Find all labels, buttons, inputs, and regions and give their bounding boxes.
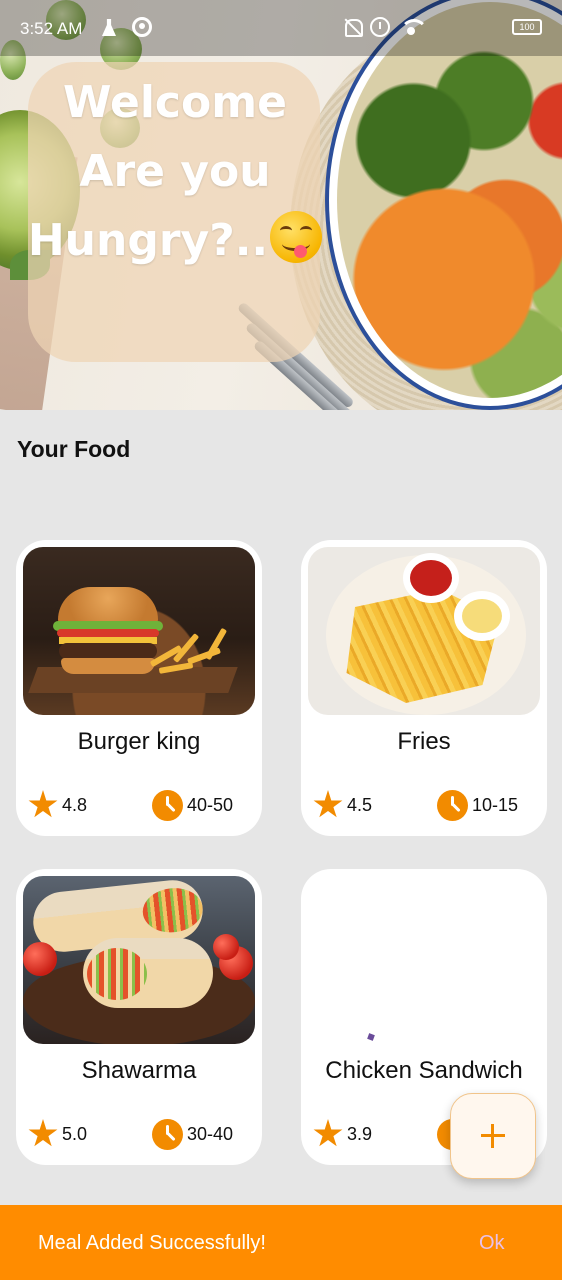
food-name: Fries [397,728,451,755]
food-name: Chicken Sandwich [325,1057,523,1084]
welcome-line-1: Welcome [63,77,287,128]
snackbar: Meal Added Successfully! Ok [0,1205,562,1280]
rating-value: 5.0 [62,1123,88,1144]
status-bar: 3:52 AM 100 [0,0,562,56]
rating-value: 4.8 [62,794,88,815]
food-rating: 3.9 [313,1118,372,1150]
fries-image [308,547,540,715]
time-value: 40-50 [187,794,234,815]
food-name: Burger king [77,728,201,755]
food-time: 30-40 [152,1118,233,1150]
time-value: 30-40 [187,1123,234,1144]
chicken-sandwich-image-placeholder [308,876,540,1044]
notifications-muted-icon [342,17,363,37]
burger-image [23,547,255,715]
food-card-shawarma[interactable]: Shawarma 5.0 30-40 [16,869,262,1165]
battery-icon: 100 [512,19,542,35]
app-notification-icon [132,17,152,37]
yum-emoji-icon [270,211,323,263]
star-icon [313,1119,343,1147]
food-time: 40-50 [152,789,233,821]
flask-icon [99,17,119,37]
food-card-fries[interactable]: Fries 4.5 10-15 [301,540,547,836]
alarm-icon [370,17,390,37]
clock-icon [152,789,183,821]
snackbar-ok-button[interactable]: Ok [479,1232,505,1255]
star-icon [313,790,343,818]
snackbar-message: Meal Added Successfully! [38,1232,266,1254]
welcome-line-2: Are you [79,146,271,197]
time-value: 10-15 [472,794,519,815]
shawarma-image [23,876,255,1044]
clock-icon [437,789,468,821]
welcome-heading: Welcome Are you Hungry?.. [20,68,330,275]
clock-icon [152,1118,183,1150]
hero-banner: Welcome Are you Hungry?.. [0,0,562,410]
loading-indicator [367,1033,375,1041]
wifi-icon [400,17,428,37]
status-time: 3:52 AM [20,19,83,38]
food-name: Shawarma [81,1057,197,1084]
star-icon [28,790,58,818]
food-rating: 4.8 [28,789,87,821]
welcome-line-3: Hungry?.. [20,206,330,275]
rating-value: 4.5 [347,794,373,815]
add-meal-button[interactable] [450,1093,536,1179]
plus-icon [481,1124,505,1148]
star-icon [28,1119,58,1147]
food-rating: 4.5 [313,789,372,821]
food-card-burger-king[interactable]: Burger king 4.8 40-50 [16,540,262,836]
food-time: 10-15 [437,789,518,821]
welcome-line-3-text: Hungry?.. [27,215,269,266]
section-title: Your Food [17,436,131,462]
rating-value: 3.9 [347,1123,373,1144]
food-rating: 5.0 [28,1118,87,1150]
